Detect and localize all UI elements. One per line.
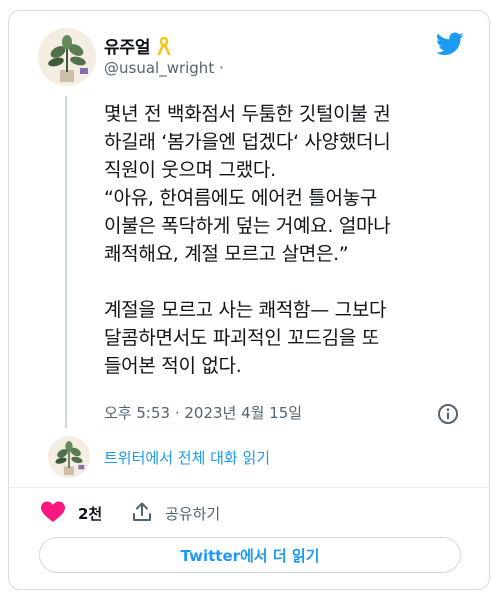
divider	[8, 487, 490, 488]
read-more-button[interactable]: Twitter에서 더 읽기	[39, 537, 461, 573]
heart-icon[interactable]	[40, 500, 66, 524]
handle[interactable]: @usual_wright ·	[104, 59, 224, 77]
thread-avatar[interactable]	[48, 436, 90, 478]
plant-avatar-icon	[38, 28, 96, 86]
avatar[interactable]	[38, 28, 96, 86]
share-icon[interactable]	[131, 501, 153, 523]
tweet-timestamp[interactable]: 오후 5:53 · 2023년 4월 15일	[104, 402, 302, 423]
display-name[interactable]: 유주얼	[104, 33, 151, 58]
thread-line	[65, 96, 67, 428]
read-full-thread-link[interactable]: 트위터에서 전체 대화 읽기	[104, 447, 270, 468]
share-button[interactable]: 공유하기	[165, 503, 220, 524]
yellow-ribbon-icon	[158, 36, 171, 55]
tweet-text: 몇년 전 백화점서 두툼한 깃털이불 권 하길래 ‘봄가을엔 덥겠다‘ 사양했더…	[104, 103, 391, 377]
plant-avatar-icon	[48, 436, 90, 478]
twitter-bird-icon[interactable]	[436, 32, 464, 56]
like-count: 2천	[78, 505, 103, 523]
info-icon[interactable]	[437, 403, 459, 425]
